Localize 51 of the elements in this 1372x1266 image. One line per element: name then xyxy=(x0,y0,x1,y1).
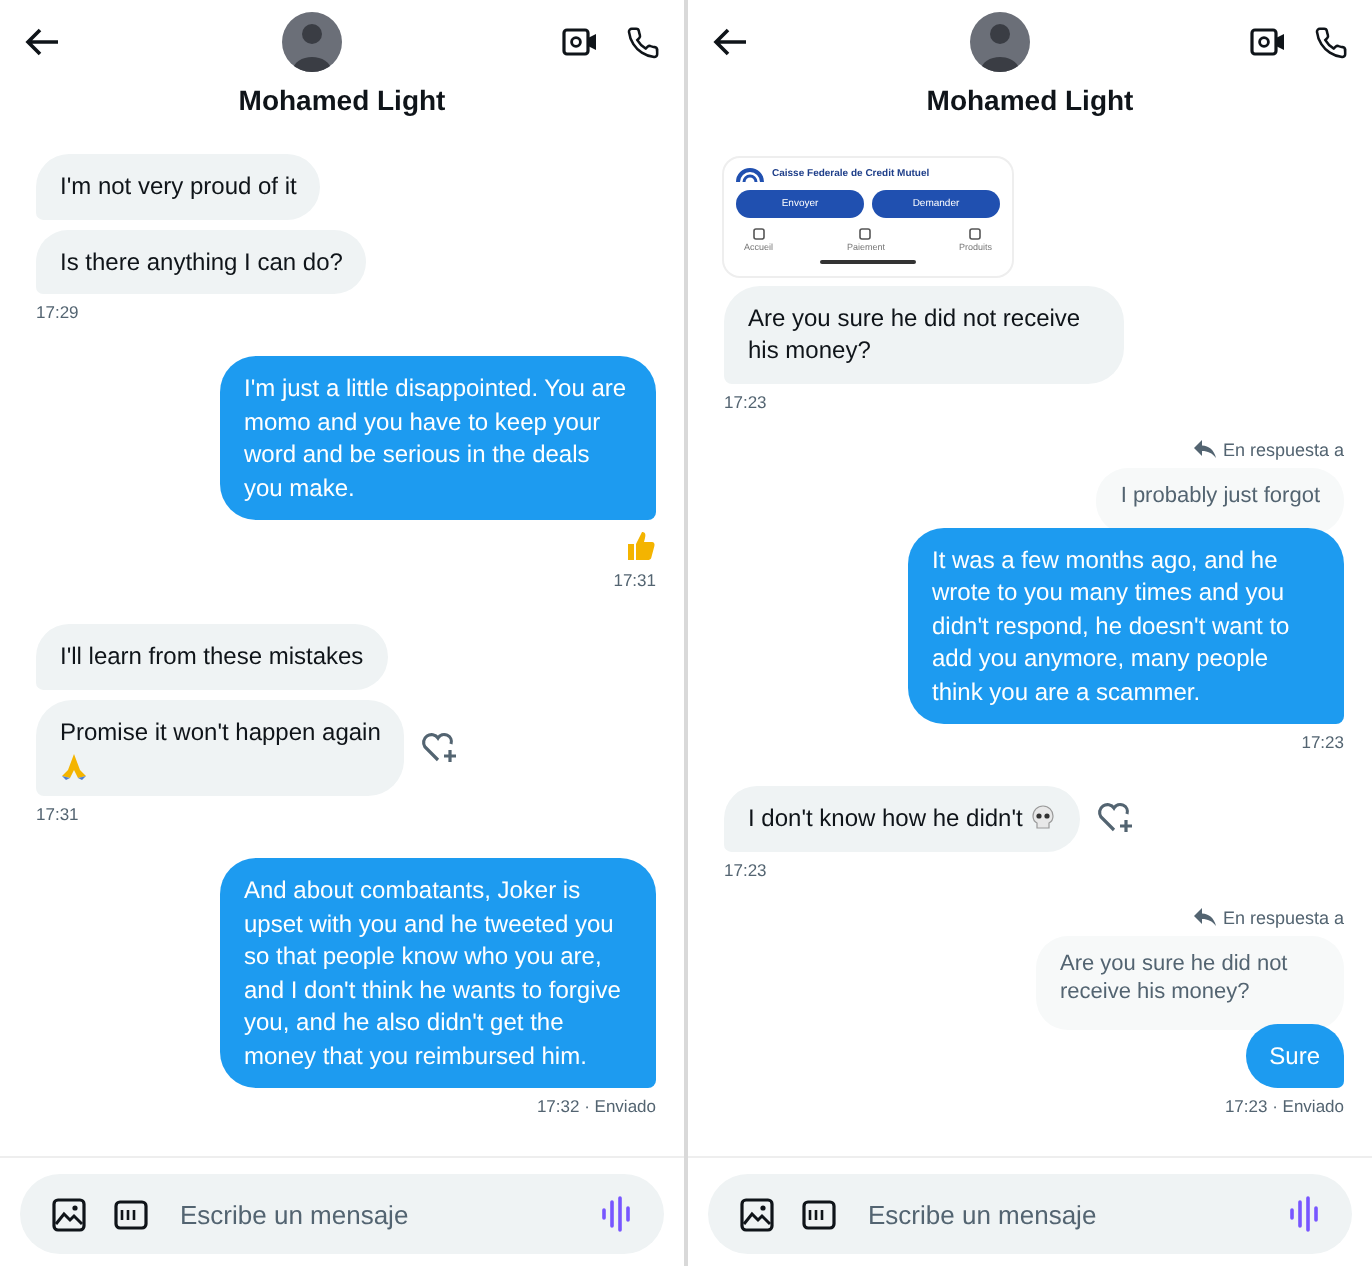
voice-message-icon[interactable] xyxy=(600,1196,632,1232)
add-reaction-icon[interactable] xyxy=(420,729,461,766)
message-timestamp: 17:23 xyxy=(724,859,769,879)
back-arrow-icon[interactable] xyxy=(24,26,60,58)
gif-icon[interactable] xyxy=(802,1199,836,1229)
message-bubble: I'm not very proud of it xyxy=(36,154,321,219)
tab-icon xyxy=(751,225,766,239)
message-composer[interactable]: Escribe un mensaje xyxy=(20,1174,664,1254)
video-call-icon[interactable] xyxy=(1250,26,1286,58)
phone-icon[interactable] xyxy=(1314,25,1348,59)
avatar[interactable] xyxy=(969,12,1029,72)
message-bubble: Sure xyxy=(1245,1023,1344,1088)
home-indicator xyxy=(820,259,916,263)
reply-label: En respuesta a xyxy=(1222,907,1344,927)
contact-name: Mohamed Light xyxy=(238,84,446,116)
reply-label: En respuesta a xyxy=(1222,439,1344,459)
message-timestamp: 17:23 xyxy=(1299,732,1344,752)
voice-message-icon[interactable] xyxy=(1288,1196,1320,1232)
avatar[interactable] xyxy=(281,12,341,72)
tab-icon xyxy=(858,225,873,239)
gif-icon[interactable] xyxy=(114,1199,148,1229)
message-bubble: I'm just a little disappointed. You are momo and you have to keep your word and be serious in the deals you make. xyxy=(220,356,656,520)
message-composer[interactable]: Escribe un mensaje xyxy=(708,1174,1352,1254)
message-timestamp: 17:31 xyxy=(611,570,656,590)
message-timestamp: 17:31 xyxy=(36,804,81,824)
video-call-icon[interactable] xyxy=(562,26,598,58)
reply-icon xyxy=(1194,908,1217,926)
message-timestamp: 17:23 · Enviado xyxy=(1222,1096,1344,1116)
message-bubble: Is there anything I can do? xyxy=(36,229,367,294)
message-bubble: Are you sure he did not receive his money? xyxy=(724,285,1124,383)
message-timestamp: 17:23 xyxy=(724,391,769,411)
quoted-message: Are you sure he did not receive his money? xyxy=(1036,935,1344,1029)
message-bubble: And about combatants, Joker is upset with you and he tweeted you so that people know who you are, and I don't think he wants to forgive you, and he also didn't get the money that you reimbursed him. xyxy=(220,858,656,1088)
message-input[interactable]: Escribe un mensaje xyxy=(176,1197,572,1231)
message-bubble: I don't know how he didn't xyxy=(724,786,1080,851)
quoted-message: I probably just forgot xyxy=(1096,467,1344,533)
tab-icon xyxy=(968,225,983,239)
image-icon[interactable] xyxy=(52,1197,86,1231)
message-input[interactable]: Escribe un mensaje xyxy=(864,1197,1260,1231)
back-arrow-icon[interactable] xyxy=(712,26,748,58)
reply-icon xyxy=(1194,440,1217,458)
message-timestamp: 17:29 xyxy=(36,302,81,322)
message-bubble: It was a few months ago, and he wrote to you many times and you didn't respond, he doesn't want to add you anymore, many people think you are a scammer. xyxy=(908,527,1344,724)
add-reaction-icon[interactable] xyxy=(1095,800,1136,837)
phone-icon[interactable] xyxy=(626,25,660,59)
message-timestamp: 17:32 · Enviado xyxy=(534,1096,656,1116)
image-icon[interactable] xyxy=(740,1197,774,1231)
contact-name: Mohamed Light xyxy=(926,84,1134,116)
message-bubble: Promise it won't happen again xyxy=(36,699,405,796)
message-bubble: I'll learn from these mistakes xyxy=(36,624,388,689)
bank-logo-icon xyxy=(736,165,764,181)
